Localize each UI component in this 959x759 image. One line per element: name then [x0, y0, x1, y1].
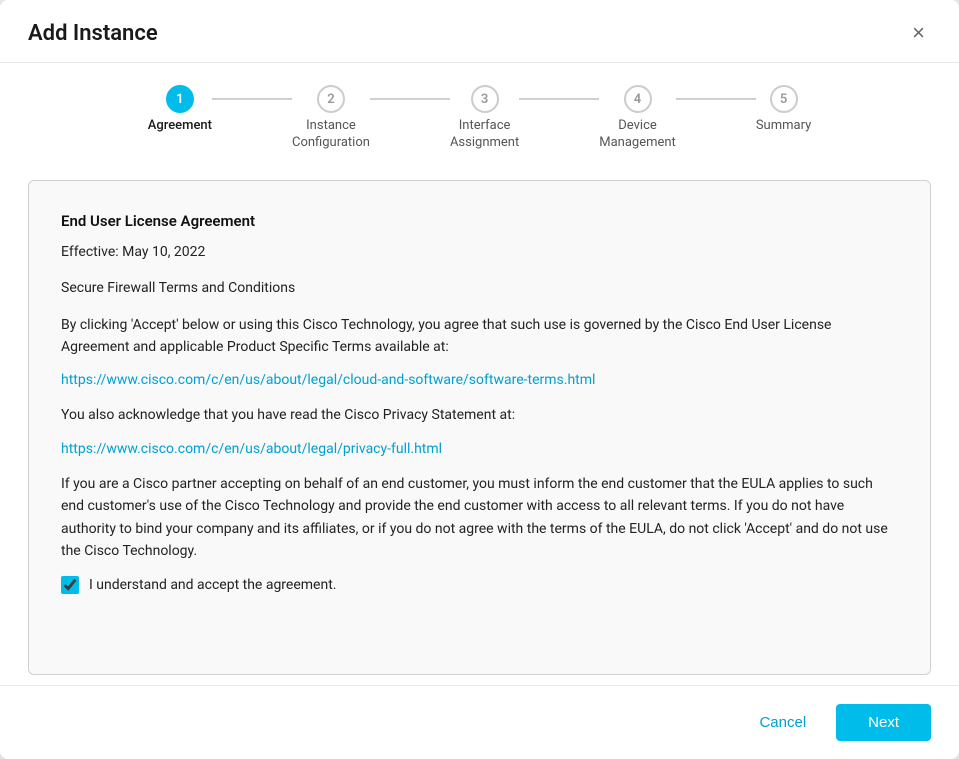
accept-row: I understand and accept the agreement. [61, 576, 898, 594]
step-5: 5 Summary [756, 85, 811, 135]
modal-body: End User License Agreement Effective: Ma… [0, 170, 959, 685]
step-4-label: DeviceManagement [599, 118, 676, 152]
agreement-title: End User License Agreement [61, 209, 898, 233]
step-1-label: Agreement [148, 118, 212, 135]
stepper: 1 Agreement 2 InstanceConfiguration 3 In… [0, 63, 959, 170]
step-2-label: InstanceConfiguration [292, 118, 370, 152]
agreement-subtitle: Secure Firewall Terms and Conditions [61, 277, 898, 299]
agreement-link2[interactable]: https://www.cisco.com/c/en/us/about/lega… [61, 441, 898, 457]
agreement-body2: You also acknowledge that you have read … [61, 404, 898, 426]
next-button[interactable]: Next [836, 704, 931, 741]
step-line-3 [519, 85, 599, 113]
modal-title: Add Instance [28, 21, 158, 46]
step-line-1 [212, 85, 292, 113]
step-3-circle: 3 [471, 85, 499, 113]
step-5-label: Summary [756, 118, 811, 135]
step-5-circle: 5 [770, 85, 798, 113]
step-2: 2 InstanceConfiguration [292, 85, 370, 152]
step-4: 4 DeviceManagement [599, 85, 676, 152]
agreement-body3: If you are a Cisco partner accepting on … [61, 473, 898, 563]
step-3-label: InterfaceAssignment [450, 118, 519, 152]
agreement-box: End User License Agreement Effective: Ma… [28, 180, 931, 675]
modal-header: Add Instance × [0, 0, 959, 63]
cancel-button[interactable]: Cancel [741, 706, 824, 739]
agreement-effective: Effective: May 10, 2022 [61, 241, 898, 263]
close-button[interactable]: × [906, 20, 931, 46]
step-line-2 [370, 85, 450, 113]
step-line-4 [676, 85, 756, 113]
add-instance-modal: Add Instance × 1 Agreement 2 InstanceCon… [0, 0, 959, 759]
step-3: 3 InterfaceAssignment [450, 85, 519, 152]
accept-label[interactable]: I understand and accept the agreement. [89, 577, 336, 593]
step-4-circle: 4 [624, 85, 652, 113]
modal-footer: Cancel Next [0, 685, 959, 759]
step-2-circle: 2 [317, 85, 345, 113]
agreement-link1[interactable]: https://www.cisco.com/c/en/us/about/lega… [61, 372, 898, 388]
step-1: 1 Agreement [148, 85, 212, 135]
step-1-circle: 1 [166, 85, 194, 113]
accept-checkbox[interactable] [61, 576, 79, 594]
agreement-body1: By clicking 'Accept' below or using this… [61, 314, 898, 359]
